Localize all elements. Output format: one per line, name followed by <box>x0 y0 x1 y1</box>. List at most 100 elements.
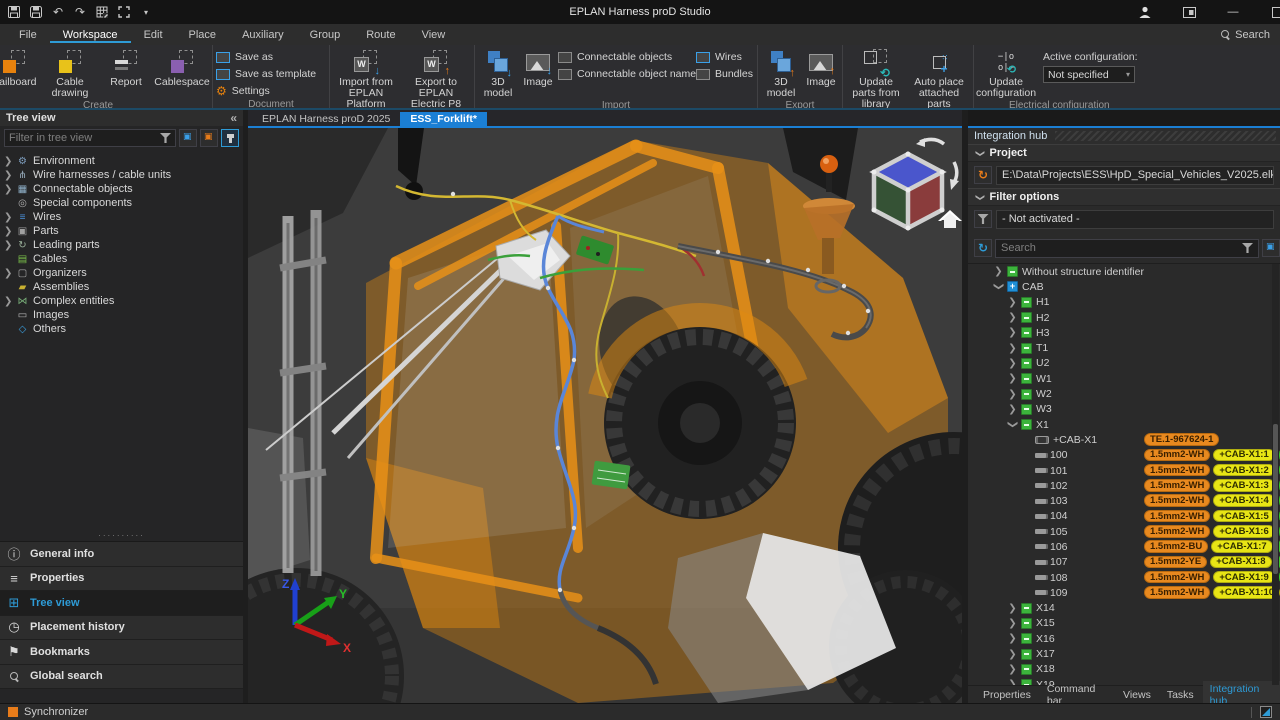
chevron-right-icon[interactable]: ❯ <box>4 240 12 251</box>
badge-cab-x1-6[interactable]: +CAB-X1:6 <box>1213 525 1274 538</box>
collapse-panel-icon[interactable]: « <box>230 111 237 125</box>
expand-all-button[interactable] <box>179 129 197 147</box>
chevron-right-icon[interactable]: ❯ <box>4 296 12 307</box>
badge-1-5mm2-wh[interactable]: 1.5mm2-WH <box>1144 586 1210 599</box>
save-as-button[interactable]: Save as <box>216 50 326 64</box>
menu-place[interactable]: Place <box>176 26 230 43</box>
hub-tree-item-108[interactable]: 1081.5mm2-WH+CAB-X1:9+IB-X2:9 <box>968 570 1280 585</box>
menu-edit[interactable]: Edit <box>131 26 176 43</box>
update-configuration-button[interactable]: −|oo|−⟲ Update configuration <box>977 47 1035 99</box>
chevron-right-icon[interactable]: ❯ <box>1008 312 1017 323</box>
panel-button-placement-history[interactable]: ◷Placement history <box>0 616 243 641</box>
badge-cab-x1-9[interactable]: +CAB-X1:9 <box>1213 571 1274 584</box>
search-sync-button[interactable]: ↻ <box>974 239 992 257</box>
hub-tree-item-x14[interactable]: ❯X14 <box>968 601 1280 616</box>
badge-1-5mm2-bu[interactable]: 1.5mm2-BU <box>1144 540 1208 553</box>
tree-item-leading-parts[interactable]: ❯↻Leading parts <box>0 238 243 252</box>
hub-tree-item-w2[interactable]: ❯W2 <box>968 386 1280 401</box>
panel-tab-views[interactable]: Views <box>1116 687 1158 703</box>
hub-tree-item-h3[interactable]: ❯H3 <box>968 325 1280 340</box>
scrollbar-track[interactable] <box>1272 264 1279 685</box>
pin-panel-button[interactable] <box>221 129 239 147</box>
hub-tree-item-x1[interactable]: ❯X1 <box>968 417 1280 432</box>
hub-tree-item-w3[interactable]: ❯W3 <box>968 402 1280 417</box>
badge-1-5mm2-wh[interactable]: 1.5mm2-WH <box>1144 449 1210 462</box>
tree-item-parts[interactable]: ❯▣Parts <box>0 224 243 238</box>
project-section-header[interactable]: ❯ Project <box>968 144 1280 162</box>
chevron-right-icon[interactable]: ❯ <box>4 268 12 279</box>
panel-button-global-search[interactable]: Global search <box>0 665 243 690</box>
menu-route[interactable]: Route <box>353 26 408 43</box>
connectable-objects-button[interactable]: Connectable objects <box>558 50 694 64</box>
hub-tree-item-x15[interactable]: ❯X15 <box>968 616 1280 631</box>
hub-tree-item-h1[interactable]: ❯H1 <box>968 295 1280 310</box>
badge-cab-x1-4[interactable]: +CAB-X1:4 <box>1213 494 1274 507</box>
save-as-template-button[interactable]: Save as template <box>216 67 326 81</box>
cablespace-button[interactable]: Cablespace <box>155 47 209 88</box>
doc-tab-ess-forklift[interactable]: ESS_Forklift* <box>400 112 487 126</box>
hub-tree-item-w1[interactable]: ❯W1 <box>968 371 1280 386</box>
badge-cab-x1-1[interactable]: +CAB-X1:1 <box>1213 449 1274 462</box>
tree-item-connectable-objects[interactable]: ❯▦Connectable objects <box>0 182 243 196</box>
scrollbar-thumb[interactable] <box>1273 424 1278 574</box>
export-to-eplan-button[interactable]: W↑ Export to EPLAN Electric P8 <box>401 47 471 110</box>
nailboard-button[interactable]: Nailboard <box>0 47 41 88</box>
tree-item-environment[interactable]: ❯⚙Environment <box>0 154 243 168</box>
hub-tree-item-103[interactable]: 1031.5mm2-WH+CAB-X1:4+IB-X2:4 <box>968 493 1280 508</box>
auto-place-button[interactable]: +∷ Auto place attached parts <box>908 47 970 110</box>
chevron-right-icon[interactable]: ❯ <box>1008 649 1017 660</box>
import-from-eplan-button[interactable]: W↓ Import from EPLAN Platform <box>333 47 399 110</box>
tree-item-images[interactable]: ▭Images <box>0 308 243 322</box>
badge-cab-x1-2[interactable]: +CAB-X1:2 <box>1213 464 1274 477</box>
menu-auxiliary[interactable]: Auxiliary <box>229 26 297 43</box>
ribbon-search[interactable]: Search <box>1221 29 1270 41</box>
hub-tree-item-109[interactable]: 1091.5mm2-WH+CAB-X1:10+IB-X2:10 <box>968 585 1280 600</box>
menu-group[interactable]: Group <box>297 26 354 43</box>
tree-item-wires[interactable]: ❯≡Wires <box>0 210 243 224</box>
tree-item-others[interactable]: ◇Others <box>0 322 243 336</box>
badge-cab-x1-5[interactable]: +CAB-X1:5 <box>1213 510 1274 523</box>
minimize-button[interactable]: — <box>1224 3 1242 21</box>
chevron-right-icon[interactable]: ❯ <box>4 170 12 181</box>
panel-tab-tasks[interactable]: Tasks <box>1160 687 1201 703</box>
badge-1-5mm2-wh[interactable]: 1.5mm2-WH <box>1144 571 1210 584</box>
tree-item-complex-entities[interactable]: ❯⋈Complex entities <box>0 294 243 308</box>
chevron-right-icon[interactable]: ❯ <box>994 266 1003 277</box>
qat-dropdown-icon[interactable]: ▾ <box>138 4 154 20</box>
hub-tree-item-h2[interactable]: ❯H2 <box>968 310 1280 325</box>
maximize-button[interactable] <box>1268 3 1280 21</box>
filter-options-header[interactable]: ❯ Filter options <box>968 188 1280 206</box>
selection-grid-icon[interactable] <box>94 4 110 20</box>
chevron-right-icon[interactable]: ❯ <box>4 184 12 195</box>
project-sync-button[interactable]: ↻ <box>974 166 992 184</box>
chevron-right-icon[interactable]: ❯ <box>1008 618 1017 629</box>
panel-button-general-info[interactable]: ⓘGeneral info <box>0 542 243 567</box>
badge-te-1-967624-1[interactable]: TE.1-967624-1 <box>1144 433 1219 446</box>
export-image-button[interactable]: ↑ Image <box>803 47 839 88</box>
3d-viewport[interactable]: Z Y X <box>248 128 962 703</box>
chevron-right-icon[interactable]: ❯ <box>1008 389 1017 400</box>
chevron-expanded-icon[interactable]: ❯ <box>1007 420 1018 429</box>
hub-tree-item-t1[interactable]: ❯T1 <box>968 340 1280 355</box>
export-3d-model-button[interactable]: ↑ 3D model <box>761 47 801 99</box>
panel-splitter-handle[interactable]: ·········· <box>0 532 243 541</box>
panel-button-properties[interactable]: ≡Properties <box>0 567 243 592</box>
chevron-right-icon[interactable]: ❯ <box>1008 373 1017 384</box>
tree-item-cables[interactable]: ▤Cables <box>0 252 243 266</box>
chevron-right-icon[interactable]: ❯ <box>4 156 12 167</box>
tree-item-assemblies[interactable]: ▰Assemblies <box>0 280 243 294</box>
chevron-right-icon[interactable]: ❯ <box>1008 358 1017 369</box>
hub-tree-item-101[interactable]: 1011.5mm2-WH+CAB-X1:2+IB-X2:2 <box>968 463 1280 478</box>
chevron-right-icon[interactable]: ❯ <box>1008 404 1017 415</box>
hub-tree-item-u2[interactable]: ❯U2 <box>968 356 1280 371</box>
hub-tree-item-102[interactable]: 1021.5mm2-WH+CAB-X1:3+IB-X2:3 <box>968 478 1280 493</box>
hub-tree-item-x19[interactable]: ❯X19 <box>968 677 1280 685</box>
tree-item-wire-harnesses-cable-units[interactable]: ❯⋔Wire harnesses / cable units <box>0 168 243 182</box>
badge-1-5mm2-ye[interactable]: 1.5mm2-YE <box>1144 556 1207 569</box>
user-account-icon[interactable] <box>1136 3 1154 21</box>
badge-1-5mm2-wh[interactable]: 1.5mm2-WH <box>1144 525 1210 538</box>
badge-1-5mm2-wh[interactable]: 1.5mm2-WH <box>1144 494 1210 507</box>
filter-button[interactable] <box>974 210 992 228</box>
undo-icon[interactable]: ↶ <box>50 4 66 20</box>
performance-chart-icon[interactable] <box>1260 706 1272 718</box>
